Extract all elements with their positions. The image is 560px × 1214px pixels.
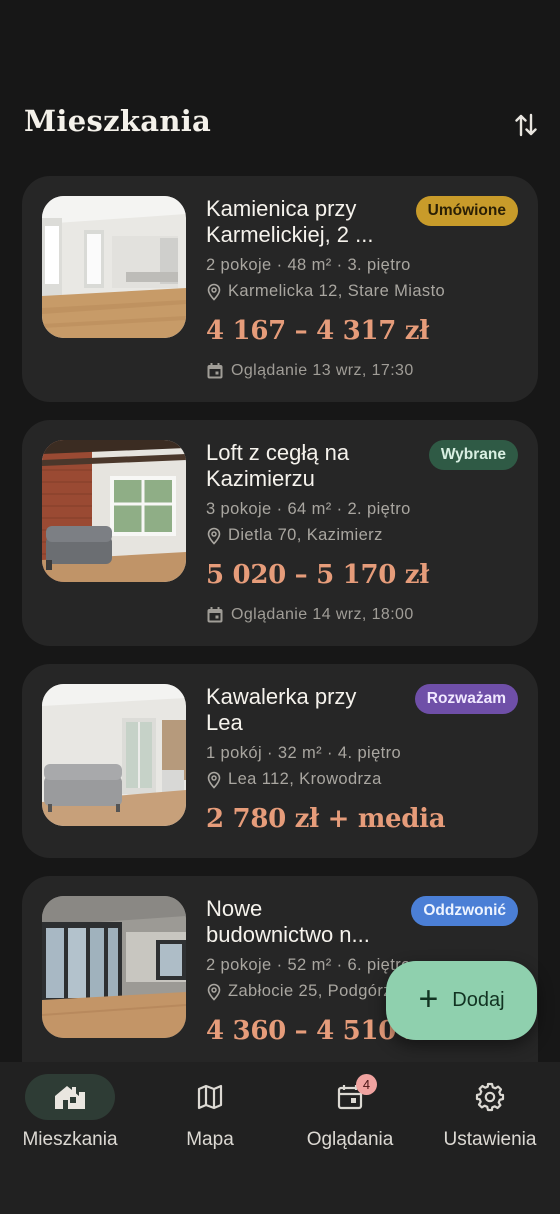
listing-card[interactable]: Kamienica przy Karmelickiej, 2 ... Umówi… [22, 176, 538, 402]
nav-active-indicator [25, 1074, 115, 1120]
nav-label: Ustawienia [443, 1129, 537, 1150]
listing-meta: 1 pokój · 32 m² · 4. piętro [206, 744, 402, 762]
listing-address: Zabłocie 25, Podgórze [206, 982, 402, 1001]
nav-item-ogladania[interactable]: 4 Oglądania [280, 1074, 420, 1184]
listing-price: 4 167 – 4 317 zł [206, 316, 429, 346]
status-badge: Umówione [415, 196, 518, 226]
nav-item-mieszkania[interactable]: Mieszkania [0, 1074, 140, 1184]
listing-title: Kamienica przy Karmelickiej, 2 ... [206, 196, 374, 247]
nav-icon-container [165, 1074, 255, 1120]
location-pin-icon [206, 983, 222, 1001]
map-icon [197, 1084, 223, 1110]
sort-button[interactable] [510, 110, 542, 140]
listing-price: 5 020 – 5 170 zł [206, 560, 429, 590]
nav-item-ustawienia[interactable]: Ustawienia [420, 1074, 560, 1184]
listing-address: Karmelicka 12, Stare Miasto [206, 282, 445, 301]
bottom-navigation: Mieszkania Mapa 4 Oglądania Ustawienia [0, 1062, 560, 1214]
viewing-info: Oglądanie 14 wrz, 18:00 [206, 606, 414, 624]
sort-icon [515, 113, 537, 137]
gear-icon [475, 1082, 505, 1112]
nav-icon-container [445, 1074, 535, 1120]
page-title: Mieszkania [24, 104, 212, 138]
plus-icon: + [418, 980, 439, 1018]
viewing-info: Oglądanie 13 wrz, 17:30 [206, 362, 414, 380]
nav-label: Oglądania [306, 1129, 394, 1150]
listing-title: Loft z cegłą na Kazimierzu [206, 440, 350, 491]
location-pin-icon [206, 283, 222, 301]
status-badge: Rozważam [414, 684, 518, 714]
location-pin-icon [206, 527, 222, 545]
listing-meta: 3 pokoje · 64 m² · 2. piętro [206, 500, 411, 518]
home-icon [55, 1086, 85, 1109]
listing-meta: 2 pokoje · 48 m² · 3. piętro [206, 256, 411, 274]
listing-meta: 2 pokoje · 52 m² · 6. piętro [206, 956, 411, 974]
nav-item-mapa[interactable]: Mapa [140, 1074, 280, 1184]
notification-badge: 4 [356, 1074, 377, 1095]
listing-photo [42, 684, 186, 826]
status-badge: Oddzwonić [411, 896, 518, 926]
listing-card[interactable]: Kawalerka przy Lea Rozważam 1 pokój · 32… [22, 664, 538, 858]
calendar-icon [206, 362, 224, 380]
listing-title: Kawalerka przy Lea [206, 684, 357, 735]
app-header: Mieszkania [0, 0, 560, 160]
status-badge: Wybrane [428, 440, 518, 470]
listing-photo [42, 440, 186, 582]
nav-label: Mieszkania [22, 1129, 118, 1150]
listing-price: 2 780 zł + media [206, 804, 446, 834]
listing-card[interactable]: Loft z cegłą na Kazimierzu Wybrane 3 pok… [22, 420, 538, 646]
calendar-icon [206, 606, 224, 624]
listing-address: Lea 112, Krowodrza [206, 770, 382, 789]
add-button-label: Dodaj [452, 989, 505, 1011]
listing-photo [42, 896, 186, 1038]
listing-title: Nowe budownictwo n... [206, 896, 370, 947]
nav-label: Mapa [186, 1129, 234, 1150]
location-pin-icon [206, 771, 222, 789]
nav-icon-container: 4 [305, 1074, 395, 1120]
add-listing-button[interactable]: + Dodaj [386, 961, 537, 1040]
listing-photo [42, 196, 186, 338]
listing-address: Dietla 70, Kazimierz [206, 526, 383, 545]
